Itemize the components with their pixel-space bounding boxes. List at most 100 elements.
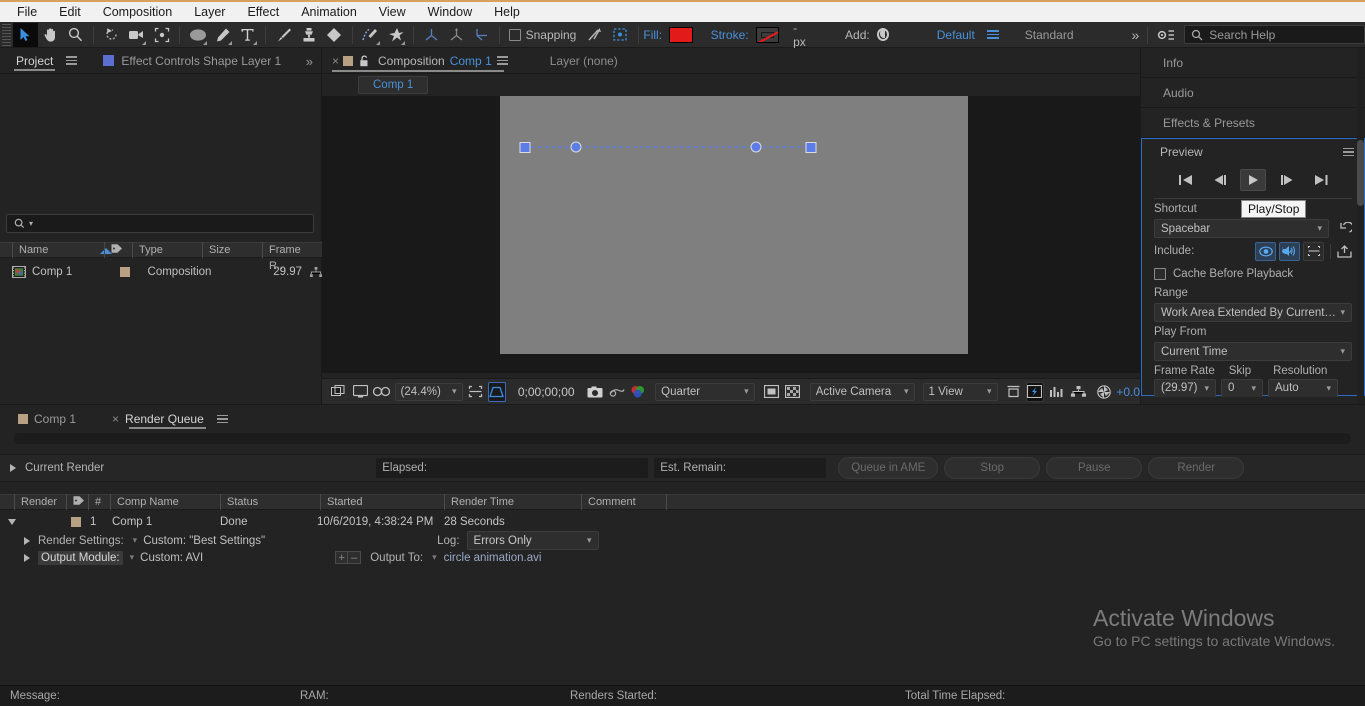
- output-module-label[interactable]: Output Module:: [38, 551, 123, 565]
- project-list-item[interactable]: Comp 1 Composition 29.97: [0, 264, 322, 280]
- output-module-expand-arrow[interactable]: [24, 554, 30, 562]
- project-item-tag-chip[interactable]: [120, 267, 130, 277]
- workspace-menu-icon[interactable]: [987, 30, 999, 39]
- pixel-aspect-correction-icon[interactable]: [1005, 382, 1023, 402]
- column-header-comp-name[interactable]: Comp Name: [110, 494, 220, 510]
- composition-viewer[interactable]: [322, 96, 1140, 373]
- pause-button[interactable]: Pause: [1046, 457, 1142, 479]
- zoom-tool[interactable]: [63, 23, 88, 47]
- add-menu-icon[interactable]: [877, 28, 889, 41]
- column-header-tag[interactable]: [104, 242, 132, 258]
- menu-item-view[interactable]: View: [368, 2, 417, 22]
- column-header-type[interactable]: Type: [132, 242, 202, 258]
- render-settings-label[interactable]: Render Settings:: [38, 535, 124, 547]
- play-from-dropdown[interactable]: Current Time ▾: [1154, 342, 1352, 361]
- pen-tool[interactable]: [210, 23, 235, 47]
- hand-tool[interactable]: [38, 23, 63, 47]
- timeline-graph-icon[interactable]: [1048, 382, 1066, 402]
- output-to-value[interactable]: circle animation.avi: [444, 552, 542, 564]
- row-tag-chip[interactable]: [71, 517, 81, 527]
- render-queue-menu-icon[interactable]: [217, 415, 228, 424]
- first-frame-button[interactable]: [1172, 169, 1198, 191]
- snapshot-camera-icon[interactable]: [587, 382, 605, 402]
- current-render-expand-arrow[interactable]: [10, 464, 16, 472]
- menu-item-animation[interactable]: Animation: [290, 2, 368, 22]
- exposure-icon[interactable]: [1095, 382, 1113, 402]
- search-help-input[interactable]: Search Help: [1184, 25, 1365, 44]
- reset-shortcut-icon[interactable]: [1337, 222, 1352, 235]
- row-expand-arrow[interactable]: [8, 519, 16, 525]
- workspace-overflow-chevron[interactable]: »: [1132, 27, 1140, 43]
- eraser-tool[interactable]: [321, 23, 346, 47]
- camera-tool[interactable]: [124, 23, 149, 47]
- add-label[interactable]: Add:: [845, 28, 870, 42]
- tab-comp1[interactable]: Comp 1: [34, 406, 84, 432]
- cache-before-playback-checkbox[interactable]: [1154, 268, 1166, 280]
- tab-project[interactable]: Project: [8, 48, 61, 74]
- sidebar-item-audio[interactable]: Audio: [1141, 78, 1365, 108]
- render-queue-scrollbar[interactable]: [14, 433, 1351, 444]
- include-video-icon[interactable]: [1255, 242, 1276, 261]
- sidebar-scrollbar-thumb[interactable]: [1357, 140, 1364, 206]
- add-output-module-button[interactable]: +: [335, 551, 348, 564]
- fill-color-swatch[interactable]: [669, 27, 693, 43]
- project-search-input[interactable]: ▾: [6, 214, 314, 233]
- render-settings-value[interactable]: Custom: "Best Settings": [143, 535, 265, 547]
- snapping-checkbox-box[interactable]: [509, 29, 521, 41]
- tab-render-queue[interactable]: Render Queue: [123, 406, 212, 432]
- shape-tool[interactable]: [185, 23, 210, 47]
- transparency-grid-icon[interactable]: [488, 382, 506, 402]
- snap-align-icon[interactable]: [582, 23, 607, 47]
- rotation-tool[interactable]: [99, 23, 124, 47]
- lock-icon[interactable]: [359, 55, 370, 67]
- range-dropdown[interactable]: Work Area Extended By Current… ▾: [1154, 303, 1352, 322]
- close-render-queue-tab-icon[interactable]: ×: [112, 412, 119, 426]
- output-to-chevron-icon[interactable]: ▾: [432, 552, 437, 563]
- type-tool[interactable]: [235, 23, 260, 47]
- last-frame-button[interactable]: [1308, 169, 1334, 191]
- view-camera-dropdown[interactable]: Active Camera ▾: [810, 383, 915, 401]
- channel-rgb-icon[interactable]: [630, 382, 648, 402]
- axis-local-icon[interactable]: [419, 23, 444, 47]
- column-header-status[interactable]: Status: [220, 494, 320, 510]
- include-overlays-icon[interactable]: [1303, 242, 1324, 261]
- output-module-chevron-icon[interactable]: ▾: [130, 552, 135, 563]
- column-header-render[interactable]: Render: [14, 494, 66, 510]
- column-header-size[interactable]: Size: [202, 242, 262, 258]
- snapping-checkbox[interactable]: Snapping: [509, 28, 577, 42]
- workspace-settings-icon[interactable]: [1153, 23, 1178, 47]
- region-interest-toggle-icon[interactable]: [763, 382, 781, 402]
- menu-item-layer[interactable]: Layer: [183, 2, 236, 22]
- exposure-value[interactable]: +0.0: [1116, 385, 1140, 399]
- log-dropdown[interactable]: Errors Only ▾: [467, 531, 599, 550]
- column-header-started[interactable]: Started: [320, 494, 444, 510]
- project-item-shy-icon[interactable]: [310, 267, 322, 278]
- axis-world-icon[interactable]: [444, 23, 469, 47]
- frame-rate-dropdown[interactable]: (29.97) ▾: [1154, 379, 1216, 397]
- show-snapshot-icon[interactable]: [608, 382, 626, 402]
- menu-item-effect[interactable]: Effect: [236, 2, 290, 22]
- menu-item-help[interactable]: Help: [483, 2, 531, 22]
- play-stop-button[interactable]: [1240, 169, 1266, 191]
- composition-panel-menu-icon[interactable]: [497, 56, 508, 65]
- breadcrumb[interactable]: Comp 1: [358, 76, 428, 94]
- stroke-label[interactable]: Stroke:: [711, 28, 749, 42]
- resolution-dropdown[interactable]: Quarter ▾: [655, 383, 755, 401]
- export-frame-icon[interactable]: [1337, 245, 1352, 258]
- queue-in-ame-button[interactable]: Queue in AME: [838, 457, 938, 479]
- column-header-number[interactable]: #: [88, 494, 110, 510]
- roto-brush-tool[interactable]: [357, 23, 382, 47]
- fill-label[interactable]: Fill:: [643, 28, 662, 42]
- menu-item-edit[interactable]: Edit: [48, 2, 92, 22]
- menu-item-window[interactable]: Window: [417, 2, 483, 22]
- cache-before-playback-row[interactable]: Cache Before Playback: [1142, 264, 1364, 284]
- preview-resolution-dropdown[interactable]: Auto ▾: [1268, 379, 1338, 397]
- 3d-glasses-icon[interactable]: [373, 382, 391, 402]
- pan-behind-tool[interactable]: [149, 23, 174, 47]
- stroke-width-value[interactable]: - px: [793, 21, 811, 49]
- selection-tool[interactable]: [13, 23, 38, 47]
- composition-canvas[interactable]: [500, 96, 968, 354]
- tab-composition-comp1[interactable]: × Composition Comp 1: [332, 48, 508, 74]
- clone-stamp-tool[interactable]: [296, 23, 321, 47]
- render-queue-row[interactable]: 1 Comp 1 Done 10/6/2019, 4:38:24 PM 28 S…: [0, 513, 1365, 531]
